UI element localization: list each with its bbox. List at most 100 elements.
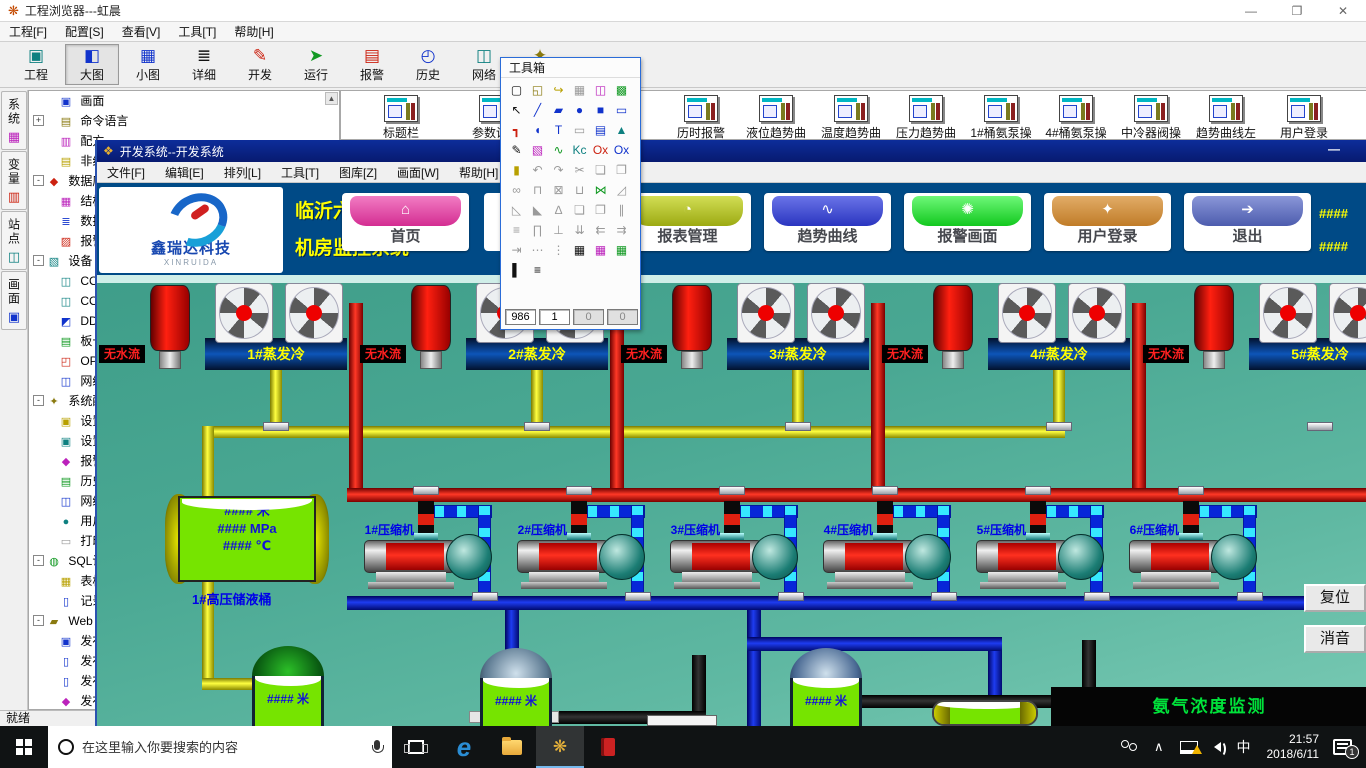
screen-icon[interactable]: 用户登录 [1259,95,1349,140]
toolbox-tool-icon[interactable]: ⊠ [549,181,568,199]
book-app-icon[interactable] [584,726,632,768]
toolbox-tool-icon[interactable]: ↷ [549,161,568,179]
toolbox-tool-icon[interactable]: ▦ [570,241,589,259]
chevron-up-icon[interactable]: ∧ [1146,739,1172,755]
toolbox-tool-icon[interactable]: ▦ [612,241,631,259]
toolbox-tool-icon[interactable]: ▭ [570,121,589,139]
compressor-label[interactable]: 4#压缩机 [767,521,873,538]
toolbox-tool-icon[interactable]: ⇇ [591,221,610,239]
minimize-icon[interactable]: — [1228,0,1274,22]
taskbar-search[interactable] [48,726,392,768]
compressor-label[interactable]: 3#压缩机 [614,521,720,538]
toolbox-tool-icon[interactable]: ↶ [528,161,547,179]
scada-app-icon[interactable]: ❋ [536,726,584,768]
tree-expander-icon[interactable]: - [33,555,44,566]
compressor-label[interactable]: 6#压缩机 [1073,521,1179,538]
toolbox-number-field[interactable]: 0 [607,309,638,325]
toolbox-tool-icon[interactable]: ▢ [507,81,526,99]
restore-icon[interactable]: ❐ [1274,0,1320,22]
toolbox-tool-icon[interactable]: ❐ [591,201,610,219]
toolbox-tool-icon[interactable]: ▌ [507,261,526,279]
scroll-up-icon[interactable]: ▲ [325,92,338,105]
valve[interactable] [877,501,893,537]
toolbox-tool-icon[interactable]: ∞ [507,181,526,199]
toolbox-tool-icon[interactable]: ⇉ [612,221,631,239]
tree-item[interactable]: ▣ 画面 [29,91,339,111]
dev-menu-item[interactable]: 排列[L] [214,164,271,181]
toolbox-tool-icon[interactable]: ▮ [507,161,526,179]
dev-menu-item[interactable]: 画面[W] [387,164,449,181]
toolbox-number-field[interactable]: 0 [573,309,604,325]
toolbox-tool-icon[interactable]: ◣ [528,201,547,219]
notification-icon[interactable]: 1 [1333,739,1352,755]
toolbox-tool-icon[interactable]: ● [570,101,589,119]
nav-button[interactable]: ∿ 趋势曲线 [764,193,891,251]
toolbox-tool-icon[interactable]: ✂ [570,161,589,179]
file-explorer-icon[interactable] [488,726,536,768]
microphone-icon[interactable] [372,740,382,755]
toolbar-button[interactable]: ✎ 开发 [233,44,287,85]
toolbar-button[interactable]: ▦ 小图 [121,44,175,85]
task-view-icon[interactable] [392,726,440,768]
toolbox-tool-icon[interactable]: ▩ [612,81,631,99]
toolbox-tool-icon[interactable]: ╱ [528,101,547,119]
menu-item[interactable]: 工具[T] [169,23,225,40]
toolbar-button[interactable]: ◴ 历史 [401,44,455,85]
toolbox-tool-icon[interactable]: ⊥ [549,221,568,239]
toolbox-tool-icon[interactable]: ▲ [612,121,631,139]
valve[interactable] [1030,501,1046,537]
menu-item[interactable]: 配置[S] [56,23,113,40]
toolbox-tool-icon[interactable]: ◿ [612,181,631,199]
toolbar-button[interactable]: ▤ 报警 [345,44,399,85]
toolbox-tool-icon[interactable]: ▧ [528,141,547,159]
toolbar-button[interactable]: ▣ 工程 [9,44,63,85]
toolbox-tool-icon[interactable]: ↖ [507,101,526,119]
toolbar-button[interactable]: ➤ 运行 [289,44,343,85]
toolbox-tool-icon[interactable]: ◖ [528,121,547,139]
toolbox-tool-icon[interactable]: ⋮ [549,241,568,259]
nav-button[interactable]: ⌂ 首页 [342,193,469,251]
side-tab[interactable]: 站点 ◫ [1,211,27,270]
toolbox-tool-icon[interactable]: ≡ [528,261,547,279]
reset-button[interactable]: 复位 [1304,584,1366,612]
close-icon[interactable]: ✕ [1320,0,1366,22]
toolbox-tool-icon[interactable]: ▭ [612,101,631,119]
edge-icon[interactable]: e [440,726,488,768]
valve[interactable] [571,501,587,537]
toolbox-tool-icon[interactable]: ∏ [528,221,547,239]
toolbox-tool-icon[interactable]: ❐ [612,161,631,179]
compressor-label[interactable]: 5#压缩机 [920,521,1026,538]
side-tab[interactable]: 系统 ▦ [1,91,27,150]
toolbox-tool-icon[interactable]: ◺ [507,201,526,219]
tree-expander-icon[interactable]: + [33,115,44,126]
screen-icon[interactable]: 趋势曲线左 [1181,95,1271,140]
nav-button[interactable]: ✦ 用户登录 [1044,193,1171,251]
menu-item[interactable]: 帮助[H] [225,23,282,40]
toolbar-button[interactable]: ◧ 大图 [65,44,119,85]
ime-indicator[interactable]: 中 [1229,737,1259,757]
tree-expander-icon[interactable]: - [33,395,44,406]
toolbox-number-field[interactable]: 1 [539,309,570,325]
tree-item[interactable]: + ▤ 命令语言 [29,111,339,131]
toolbox-tool-icon[interactable]: ⇥ [507,241,526,259]
people-icon[interactable] [1112,740,1146,754]
toolbox-tool-icon[interactable]: ❏ [591,161,610,179]
dev-menu-item[interactable]: 编辑[E] [155,164,214,181]
mute-button[interactable]: 消音 [1304,625,1366,653]
dev-menu-item[interactable]: 文件[F] [97,164,155,181]
toolbox-tool-icon[interactable]: ▦ [591,241,610,259]
toolbox-tool-icon[interactable]: ∿ [549,141,568,159]
screen-icon[interactable]: 标题栏 [356,95,446,140]
side-tab[interactable]: 画面 ▣ [1,271,27,330]
valve[interactable] [418,501,434,537]
menu-item[interactable]: 查看[V] [113,23,170,40]
toolbox-tool-icon[interactable]: ⊓ [528,181,547,199]
toolbox-tool-icon[interactable]: ⋯ [528,241,547,259]
search-input[interactable] [82,740,364,755]
toolbox-tool-icon[interactable]: T [549,121,568,139]
compressor-label[interactable]: 2#压缩机 [461,521,567,538]
toolbox-tool-icon[interactable]: ■ [591,101,610,119]
toolbox-tool-icon[interactable]: Ox [612,141,631,159]
dev-menu-item[interactable]: 工具[T] [271,164,329,181]
toolbox-tool-icon[interactable]: ┓ [507,121,526,139]
